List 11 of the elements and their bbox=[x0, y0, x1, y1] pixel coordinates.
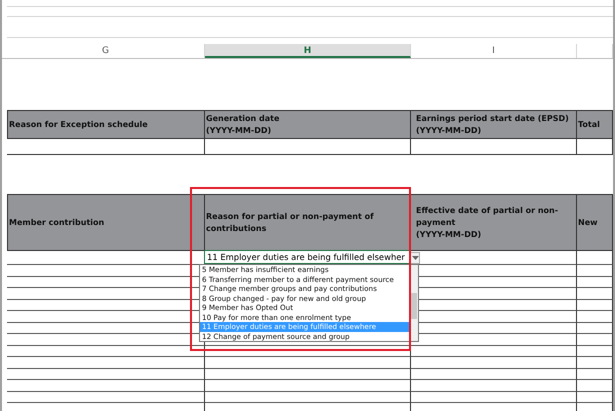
column-heading: (YYYY-MM-DD) bbox=[416, 228, 482, 240]
column-heading: Reason for Exception schedule bbox=[9, 118, 149, 130]
column-heading: (YYYY-MM-DD) bbox=[416, 124, 482, 136]
column-heading: Reason for partial or non-payment of contributions bbox=[206, 210, 375, 234]
column-heading: Member contribution bbox=[9, 216, 106, 228]
column-heading: Effective date of partial or non-payment bbox=[416, 204, 560, 228]
column-heading: New bbox=[578, 216, 599, 228]
column-heading: (YYYY-MM-DD) bbox=[206, 124, 272, 136]
column-heading: Earnings period start date (EPSD) bbox=[416, 112, 570, 124]
column-heading: Generation date bbox=[206, 112, 280, 124]
column-heading: Total bbox=[578, 118, 601, 130]
